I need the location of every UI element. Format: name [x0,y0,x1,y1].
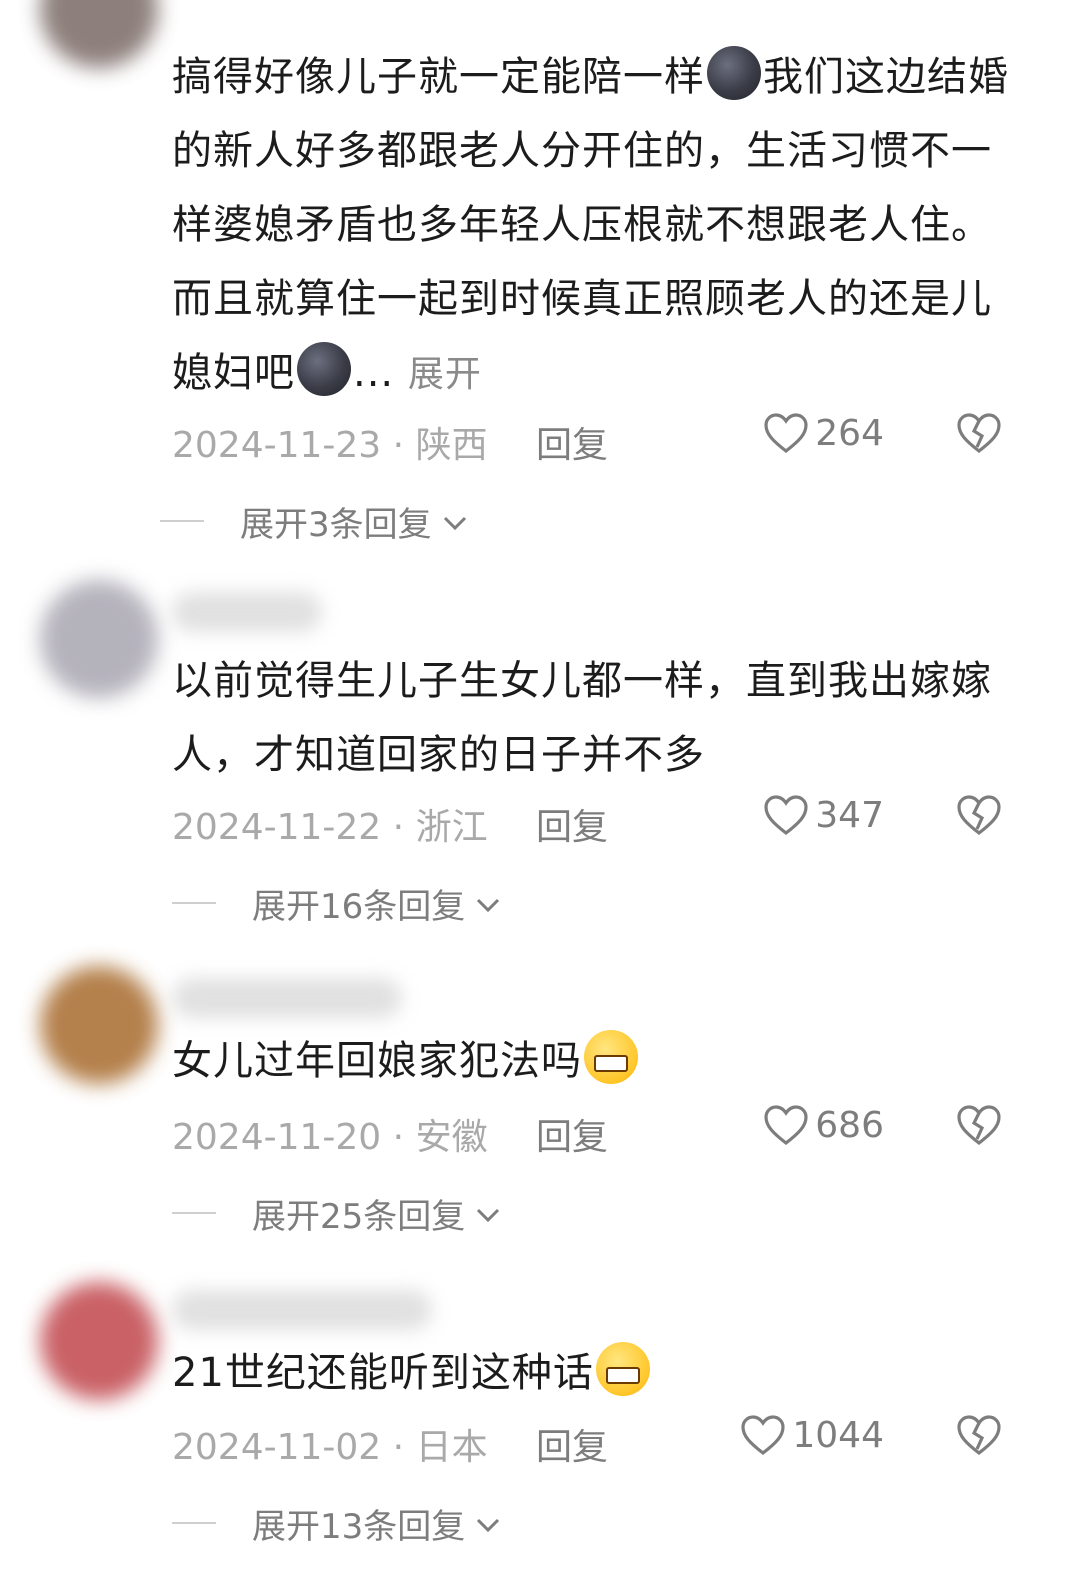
like-count: 686 [815,1104,884,1146]
dislike-button[interactable] [956,1414,1002,1456]
expand-replies-button[interactable]: 展开3条回复 [160,496,468,546]
chevron-down-icon [475,1193,501,1233]
comment-text: 搞得好像儿子就一定能陪一样 我们这边结婚的新人好多都跟老人分开住的，生活习惯不一样… [172,40,1012,412]
reply-button[interactable]: 回复 [536,798,608,850]
divider [172,1212,216,1214]
dislike-button[interactable] [956,1104,1002,1146]
heart-outline-icon [763,412,809,454]
broken-heart-icon [956,794,1002,836]
like-count: 347 [815,794,884,836]
comment-text: 以前觉得生儿子生女儿都一样，直到我出嫁嫁人，才知道回家的日子并不多 [172,658,992,778]
comment-date: 2024-11-22 [172,807,382,848]
broken-heart-icon [956,412,1002,454]
divider [172,1522,216,1524]
grinning-sweat-emoji [595,1342,650,1396]
like-button[interactable]: 264 [763,412,884,454]
comment-meta: 2024-11-02 · 日本 回复 1044 [172,1415,1002,1470]
grinning-sweat-emoji [584,1030,638,1084]
chevron-down-icon [442,501,468,541]
comment-location: 浙江 [415,807,488,848]
broken-heart-icon [956,1104,1002,1146]
moon-face-emoji [297,342,351,396]
heart-outline-icon [763,1104,809,1146]
expand-replies-button[interactable]: 展开16条回复 [172,878,501,928]
chevron-down-icon [475,1503,501,1543]
like-count: 264 [815,412,884,454]
like-button[interactable]: 347 [763,794,884,836]
comment-meta: 2024-11-23 · 陕西 回复 264 [172,413,1002,468]
username[interactable] [172,592,322,632]
expand-text-link[interactable]: 展开 [408,354,482,395]
comment-meta: 2024-11-22 · 浙江 回复 347 [172,795,1002,850]
chevron-down-icon [475,883,501,923]
reply-button[interactable]: 回复 [536,416,608,468]
heart-outline-icon [763,794,809,836]
comment-location: 陕西 [415,425,488,466]
comment-location: 安徽 [415,1117,488,1158]
comment-location: 日本 [415,1427,488,1468]
expand-replies-button[interactable]: 展开13条回复 [172,1498,501,1548]
heart-outline-icon [740,1414,786,1456]
like-button[interactable]: 686 [763,1104,884,1146]
comment-date: 2024-11-20 [172,1117,382,1158]
comment-meta: 2024-11-20 · 安徽 回复 686 [172,1105,1002,1160]
comment-date: 2024-11-02 [172,1427,382,1468]
avatar[interactable] [40,580,158,698]
comment-text: 21世纪还能听到这种话 [172,1336,1012,1410]
like-button[interactable]: 1044 [740,1414,884,1456]
username[interactable] [172,978,402,1018]
avatar[interactable] [40,0,158,68]
reply-button[interactable]: 回复 [536,1418,608,1470]
dislike-button[interactable] [956,794,1002,836]
comment-date: 2024-11-23 [172,425,382,466]
avatar[interactable] [40,966,158,1084]
divider [172,902,216,904]
expand-replies-button[interactable]: 展开25条回复 [172,1188,501,1238]
username[interactable] [172,1290,432,1330]
dislike-button[interactable] [956,412,1002,454]
like-count: 1044 [792,1414,884,1456]
divider [160,520,204,522]
broken-heart-icon [956,1414,1002,1456]
reply-button[interactable]: 回复 [536,1108,608,1160]
comment-text: 女儿过年回娘家犯法吗 [172,1024,1012,1098]
moon-face-emoji [707,46,761,100]
avatar[interactable] [40,1282,158,1400]
